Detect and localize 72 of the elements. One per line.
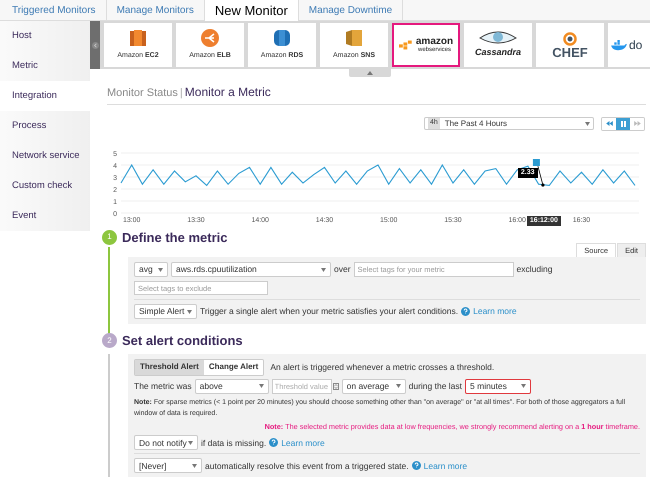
page-title: Monitor a Metric [184, 84, 271, 101]
boxes-icon [398, 40, 413, 50]
caret-icon [396, 384, 401, 388]
sidebar-item[interactable]: Custom check [0, 171, 90, 201]
scroll-handle[interactable] [90, 21, 100, 69]
logo-text: Cassandra [474, 46, 522, 60]
caret-icon [158, 268, 163, 272]
section-heading: Define the metric [122, 228, 228, 246]
caret-icon [321, 268, 326, 272]
top-tab[interactable]: New Monitor [204, 0, 299, 21]
spinner-icon [332, 382, 339, 390]
excluding-label: excluding [516, 263, 552, 276]
eye-icon [478, 30, 518, 46]
breadcrumb-separator: | [180, 86, 183, 101]
breadcrumb-parent[interactable]: Monitor Status [107, 85, 178, 102]
resolve-select[interactable]: [Never] [134, 458, 202, 474]
pause-icon [620, 120, 626, 126]
alert-type-select[interactable]: Simple Alert [134, 304, 197, 319]
whale-icon [611, 40, 627, 50]
comparison-select[interactable]: above [194, 378, 269, 394]
logo-icon [273, 28, 291, 48]
logo-text: do [629, 37, 642, 54]
alert-type-tab[interactable]: Change Alert [204, 360, 264, 374]
hover-marker [538, 165, 544, 186]
resolve-text: automatically resolve this event from a triggered state. [205, 460, 409, 472]
collapse-tab[interactable] [349, 69, 391, 77]
caret-icon [188, 440, 193, 445]
integration-tile[interactable]: Cassandra [464, 23, 532, 67]
missing-data-select[interactable]: Do not notify [134, 435, 198, 450]
integration-tile[interactable]: CHEF [536, 23, 604, 67]
logo-icon [200, 28, 220, 48]
logo-text: CHEF [552, 46, 588, 58]
top-tab[interactable]: Manage Downtime [298, 0, 404, 20]
sidebar-item[interactable]: Network service [0, 141, 90, 171]
help-icon [269, 438, 278, 448]
metric-was-label: The metric was [134, 380, 192, 392]
playback-button[interactable] [616, 118, 630, 130]
logo-icon [128, 28, 148, 48]
integration-tile[interactable]: do [608, 23, 650, 67]
alert-type-tab[interactable]: Threshold Alert [135, 360, 204, 374]
over-label: over [334, 263, 351, 276]
help-icon [412, 461, 421, 470]
fast-forward-icon [634, 121, 640, 126]
rewind-icon [606, 121, 612, 126]
caret-icon [258, 384, 264, 388]
aggregator-select[interactable]: avg [134, 262, 168, 277]
alert-tabs-description: An alert is triggered whenever a metric crosses a threshold. [270, 360, 494, 374]
caret-icon [585, 122, 590, 126]
step-number: 1 [102, 230, 117, 245]
sidebar-item[interactable]: Process [0, 111, 90, 141]
top-tab[interactable]: Triggered Monitors [2, 0, 107, 20]
logo-icon [344, 28, 364, 48]
sidebar-item[interactable]: Host [0, 21, 90, 51]
help-icon [461, 307, 470, 316]
window-select[interactable]: 5 minutes [465, 378, 532, 394]
logo-text: amazon [416, 37, 454, 47]
during-label: during the last [408, 380, 462, 392]
metric-select[interactable]: aws.rds.cpuutilization [171, 262, 331, 277]
caret-icon [521, 384, 526, 388]
caret-icon [187, 310, 192, 314]
sidebar-item[interactable]: Metric [0, 51, 90, 81]
sidebar-item[interactable]: Event [0, 201, 90, 231]
aggregation-select[interactable]: on average [342, 378, 406, 394]
missing-data-text: if data is missing. [201, 436, 266, 450]
caret-up-icon [367, 71, 373, 75]
playback-button[interactable] [602, 118, 616, 130]
event-marker[interactable] [532, 158, 540, 166]
step-number: 2 [102, 333, 117, 348]
alert-description: Trigger a single alert when your metric satisfies your alert conditions. [200, 305, 458, 318]
caret-icon [192, 464, 197, 468]
logo-icon [562, 32, 577, 46]
section-heading: Set alert conditions [122, 332, 243, 350]
